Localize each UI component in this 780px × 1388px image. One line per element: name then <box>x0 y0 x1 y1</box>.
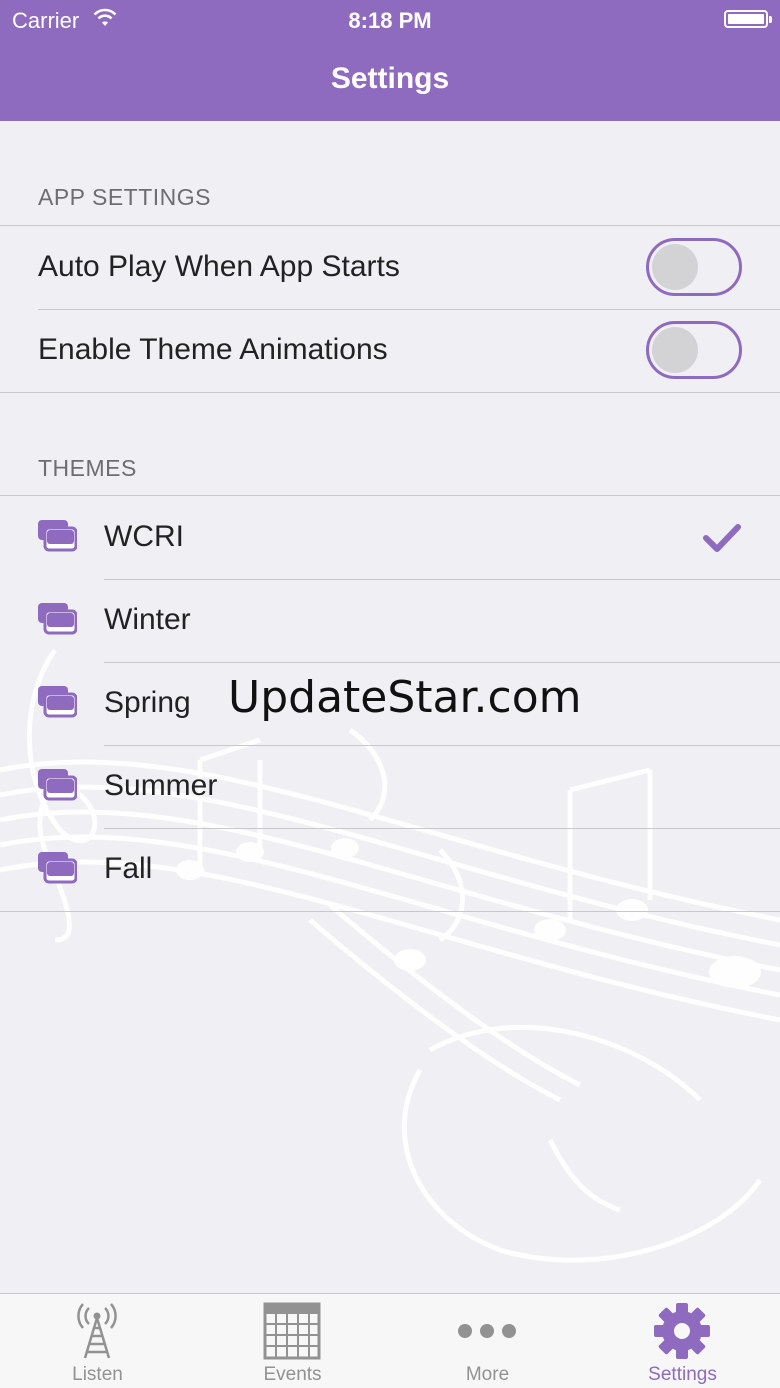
auto-play-label: Auto Play When App Starts <box>38 250 400 283</box>
theme-label: Winter <box>104 603 191 636</box>
theme-row-summer[interactable]: Summer <box>0 745 780 828</box>
theme-cards-icon <box>38 686 77 718</box>
theme-animations-row: Enable Theme Animations <box>0 309 780 392</box>
clock: 8:18 PM <box>348 8 432 33</box>
toggle-knob <box>652 327 698 373</box>
theme-row-winter[interactable]: Winter <box>0 579 780 662</box>
radio-tower-icon <box>77 1303 117 1359</box>
theme-label: WCRI <box>104 520 184 553</box>
watermark-text: UpdateStar.com <box>228 672 582 723</box>
auto-play-toggle[interactable] <box>646 238 742 296</box>
navigation-bar: Carrier 8:18 PM Settings <box>0 0 780 121</box>
toggle-knob <box>652 244 698 290</box>
theme-animations-label: Enable Theme Animations <box>38 333 388 366</box>
status-bar: Carrier 8:18 PM <box>0 0 780 40</box>
tab-listen[interactable]: Listen <box>0 1294 195 1388</box>
tab-more[interactable]: More <box>390 1294 585 1388</box>
theme-row-fall[interactable]: Fall <box>0 828 780 911</box>
page-title: Settings <box>330 62 450 95</box>
tab-events[interactable]: Events <box>195 1294 390 1388</box>
app-settings-header: APP SETTINGS <box>38 184 212 210</box>
checkmark-icon <box>703 524 741 552</box>
calendar-grid-icon <box>263 1302 321 1360</box>
battery-icon <box>724 10 772 28</box>
themes-header: THEMES <box>38 455 137 481</box>
gear-icon <box>654 1303 710 1359</box>
tab-label: More <box>465 1364 510 1385</box>
theme-label: Fall <box>104 852 153 885</box>
theme-cards-icon <box>38 769 77 801</box>
tab-label: Listen <box>72 1364 123 1385</box>
tab-label: Events <box>263 1364 322 1385</box>
auto-play-row: Auto Play When App Starts <box>0 226 780 309</box>
tab-settings[interactable]: Settings <box>585 1294 780 1388</box>
theme-animations-toggle[interactable] <box>646 321 742 379</box>
theme-label: Spring <box>104 686 191 719</box>
tab-bar: Listen Events More Settings <box>0 1293 780 1388</box>
theme-cards-icon <box>38 520 77 552</box>
more-dots-icon <box>458 1324 516 1338</box>
tab-label: Settings <box>648 1364 717 1385</box>
theme-row-wcri[interactable]: WCRI <box>0 496 780 579</box>
theme-label: Summer <box>104 769 218 802</box>
app-settings-group: Auto Play When App Starts Enable Theme A… <box>0 225 780 393</box>
theme-cards-icon <box>38 603 77 635</box>
theme-cards-icon <box>38 852 77 884</box>
